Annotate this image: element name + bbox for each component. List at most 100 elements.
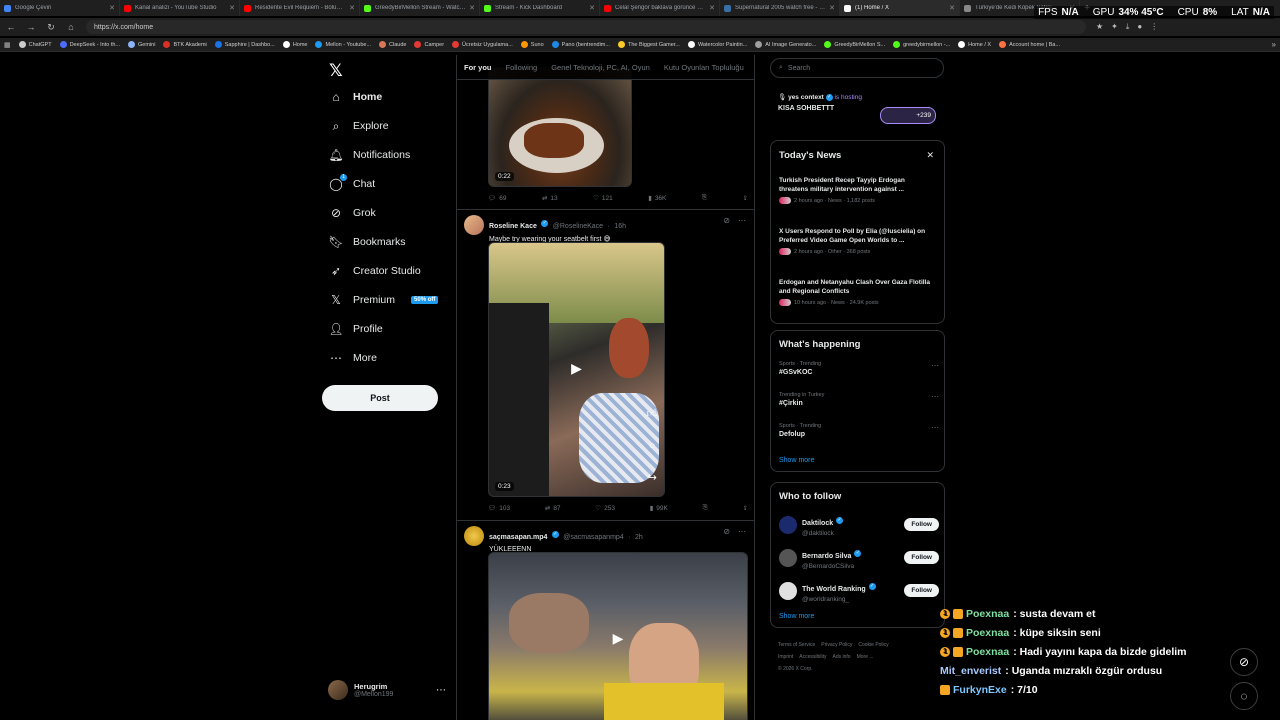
news-item[interactable]: X Users Respond to Poll by Elia (@luscie… — [779, 227, 934, 255]
chevron-right-icon[interactable]: » — [1272, 40, 1276, 49]
more-icon[interactable]: ⋯ — [436, 685, 446, 696]
footer-link[interactable]: Terms of Service — [778, 642, 815, 648]
forward-icon[interactable]: → — [26, 22, 36, 32]
bookmark-item[interactable]: Camper — [414, 41, 444, 48]
address-bar[interactable]: https://x.com/home — [86, 20, 1086, 34]
home-icon[interactable]: ⌂ — [66, 22, 76, 32]
nav-item-notifications[interactable]: 🔔︎ Notifications — [328, 148, 410, 162]
browser-tab[interactable]: GreedyBirMellon Stream - Watch... ✕ — [360, 0, 480, 16]
play-icon[interactable]: ▶ — [567, 360, 587, 380]
nav-item-premium[interactable]: 𝕏 Premium 50% off — [329, 293, 439, 307]
close-icon[interactable]: ✕ — [349, 4, 355, 12]
close-icon[interactable]: ✕ — [469, 4, 475, 12]
nav-item-grok[interactable]: ⊘ Grok — [329, 206, 376, 220]
close-icon[interactable]: ✕ — [709, 4, 715, 12]
bookmark-item[interactable]: greedybirmellon -... — [893, 41, 950, 48]
follow-button[interactable]: Follow — [904, 518, 939, 531]
more-icon[interactable]: ⋯ — [931, 423, 939, 432]
views-button[interactable]: ▮ 99K — [650, 504, 668, 513]
reload-icon[interactable]: ↻ — [46, 22, 56, 33]
grok-icon[interactable]: ⊘ — [1230, 648, 1258, 676]
close-icon[interactable]: ✕ — [229, 4, 235, 12]
repost-button[interactable]: ⇄ 87 — [545, 504, 561, 513]
comment-icon[interactable]: ○ — [647, 430, 659, 462]
bookmark-item[interactable]: Home / X — [958, 41, 991, 48]
share-button[interactable]: ⇪ — [743, 194, 748, 202]
share-icon[interactable]: ↪ — [647, 462, 659, 494]
browser-tab[interactable]: Kanal analizi - YouTube Studio ✕ — [120, 0, 240, 16]
bookmark-item[interactable]: Suno — [520, 41, 544, 48]
footer-link[interactable]: Privacy Policy — [821, 642, 852, 648]
extensions-icon[interactable]: ✦ — [1111, 22, 1118, 32]
bookmark-item[interactable]: Claude — [379, 41, 406, 48]
back-icon[interactable]: ← — [6, 22, 16, 32]
grok-icon[interactable]: ⊘ — [723, 527, 730, 536]
reply-button[interactable]: 💬︎ 103 — [488, 504, 510, 513]
trend-item[interactable]: Sports · Trending Defolup ⋯ — [779, 423, 939, 438]
bookmark-item[interactable]: Watercolor Paintin... — [687, 41, 747, 48]
more-icon[interactable]: ⋯ — [738, 216, 746, 225]
bookmark-item[interactable]: Pano (bentrendim... — [551, 41, 610, 48]
bookmark-button[interactable]: ⎘ — [703, 504, 708, 512]
play-icon[interactable]: ▶ — [608, 630, 628, 650]
browser-tab[interactable]: Residente Evil Requiem - Bölüm... ✕ — [240, 0, 360, 16]
more-icon[interactable]: ⋯ — [738, 527, 746, 536]
post-time[interactable]: 16h — [614, 223, 626, 230]
bookmark-button[interactable]: ⎘ — [702, 194, 707, 202]
author-handle[interactable]: @sacmasapanmp4 — [563, 534, 623, 541]
browser-tab[interactable]: Stream - Kick Dashboard ✕ — [480, 0, 600, 16]
bookmark-item[interactable]: The Biggest Gamer... — [617, 41, 680, 48]
grok-icon[interactable]: ⊘ — [723, 216, 730, 225]
more-icon[interactable]: ⋯ — [931, 361, 939, 370]
follow-suggestion[interactable]: The World Ranking ✓ @worldranking_ Follow — [779, 578, 939, 603]
space-listeners[interactable]: +239 — [880, 107, 936, 124]
footer-link[interactable]: More ... — [857, 654, 874, 660]
nav-item-creator-studio[interactable]: ➶ Creator Studio — [329, 264, 421, 278]
repost-button[interactable]: ⇄ 13 — [542, 194, 558, 203]
footer-link[interactable]: Ads info — [833, 654, 851, 660]
nav-item-home[interactable]: ⌂ Home — [329, 90, 382, 104]
browser-tab[interactable]: Google Çeviri ✕ — [0, 0, 120, 16]
tab-community[interactable]: Kutu Oyunları Topluluğu — [664, 63, 744, 72]
follow-suggestion[interactable]: Bernardo Silva ✓ @BernardoCSilva Follow — [779, 545, 939, 570]
close-icon[interactable]: ✕ — [589, 4, 595, 12]
tab-community[interactable]: Genel Teknoloji, PC, AI, Oyun — [551, 63, 650, 72]
bookmark-item[interactable]: AI Image Generato... — [755, 41, 816, 48]
thumbs-up-icon[interactable]: 👍︎ — [647, 398, 659, 430]
author-handle[interactable]: @RoselineKace — [553, 223, 603, 230]
trend-item[interactable]: Sports · Trending #GSvKOC ⋯ — [779, 361, 939, 376]
bookmark-item[interactable]: Mellon - Youtube... — [315, 41, 371, 48]
bookmark-item[interactable]: BTK Akademi — [163, 41, 207, 48]
bookmark-item[interactable]: Home — [282, 41, 307, 48]
apps-icon[interactable]: ▦ — [4, 41, 11, 49]
x-logo-icon[interactable]: 𝕏 — [329, 61, 343, 81]
like-button[interactable]: ♡ 121 — [593, 194, 613, 203]
bookmark-item[interactable]: GreedyBirMellon S... — [824, 41, 885, 48]
post-video[interactable]: ▶ — [488, 552, 748, 720]
nav-item-bookmarks[interactable]: 🔖︎ Bookmarks — [328, 235, 405, 249]
account-switcher[interactable]: Herugrim @Mellon199 ⋯ — [328, 680, 446, 700]
footer-link[interactable]: Cookie Policy — [858, 642, 888, 648]
post-button[interactable]: Post — [322, 385, 438, 411]
menu-icon[interactable]: ⋮ — [1150, 22, 1158, 32]
close-icon[interactable]: ✕ — [949, 4, 955, 12]
close-icon[interactable]: ✕ — [926, 150, 934, 161]
follow-button[interactable]: Follow — [904, 584, 939, 597]
bookmark-item[interactable]: Gemini — [128, 41, 155, 48]
search-input[interactable]: ⌕ Search — [770, 58, 944, 78]
like-button[interactable]: ♡ 253 — [595, 504, 615, 513]
live-space[interactable]: 🎙︎ yes context ✓ is hosting KISA SOHBETT… — [778, 93, 944, 124]
star-icon[interactable]: ★ — [1096, 22, 1103, 32]
author-name[interactable]: Roseline Kace — [489, 223, 537, 230]
post-video[interactable]: 0:22 — [488, 67, 632, 187]
follow-suggestion[interactable]: Daktilock ✓ @daktilock Follow — [779, 512, 939, 537]
avatar[interactable] — [464, 215, 484, 235]
profile-icon[interactable]: ● — [1137, 22, 1142, 32]
show-more-link[interactable]: Show more — [779, 613, 814, 620]
follow-button[interactable]: Follow — [904, 551, 939, 564]
nav-item-more[interactable]: ⋯ More — [329, 351, 377, 365]
avatar[interactable] — [464, 526, 484, 546]
post-video[interactable]: ▶ 👍︎ ○ ↪ 0:23 — [488, 242, 665, 497]
more-icon[interactable]: ⋯ — [931, 392, 939, 401]
footer-link[interactable]: Imprint — [778, 654, 793, 660]
